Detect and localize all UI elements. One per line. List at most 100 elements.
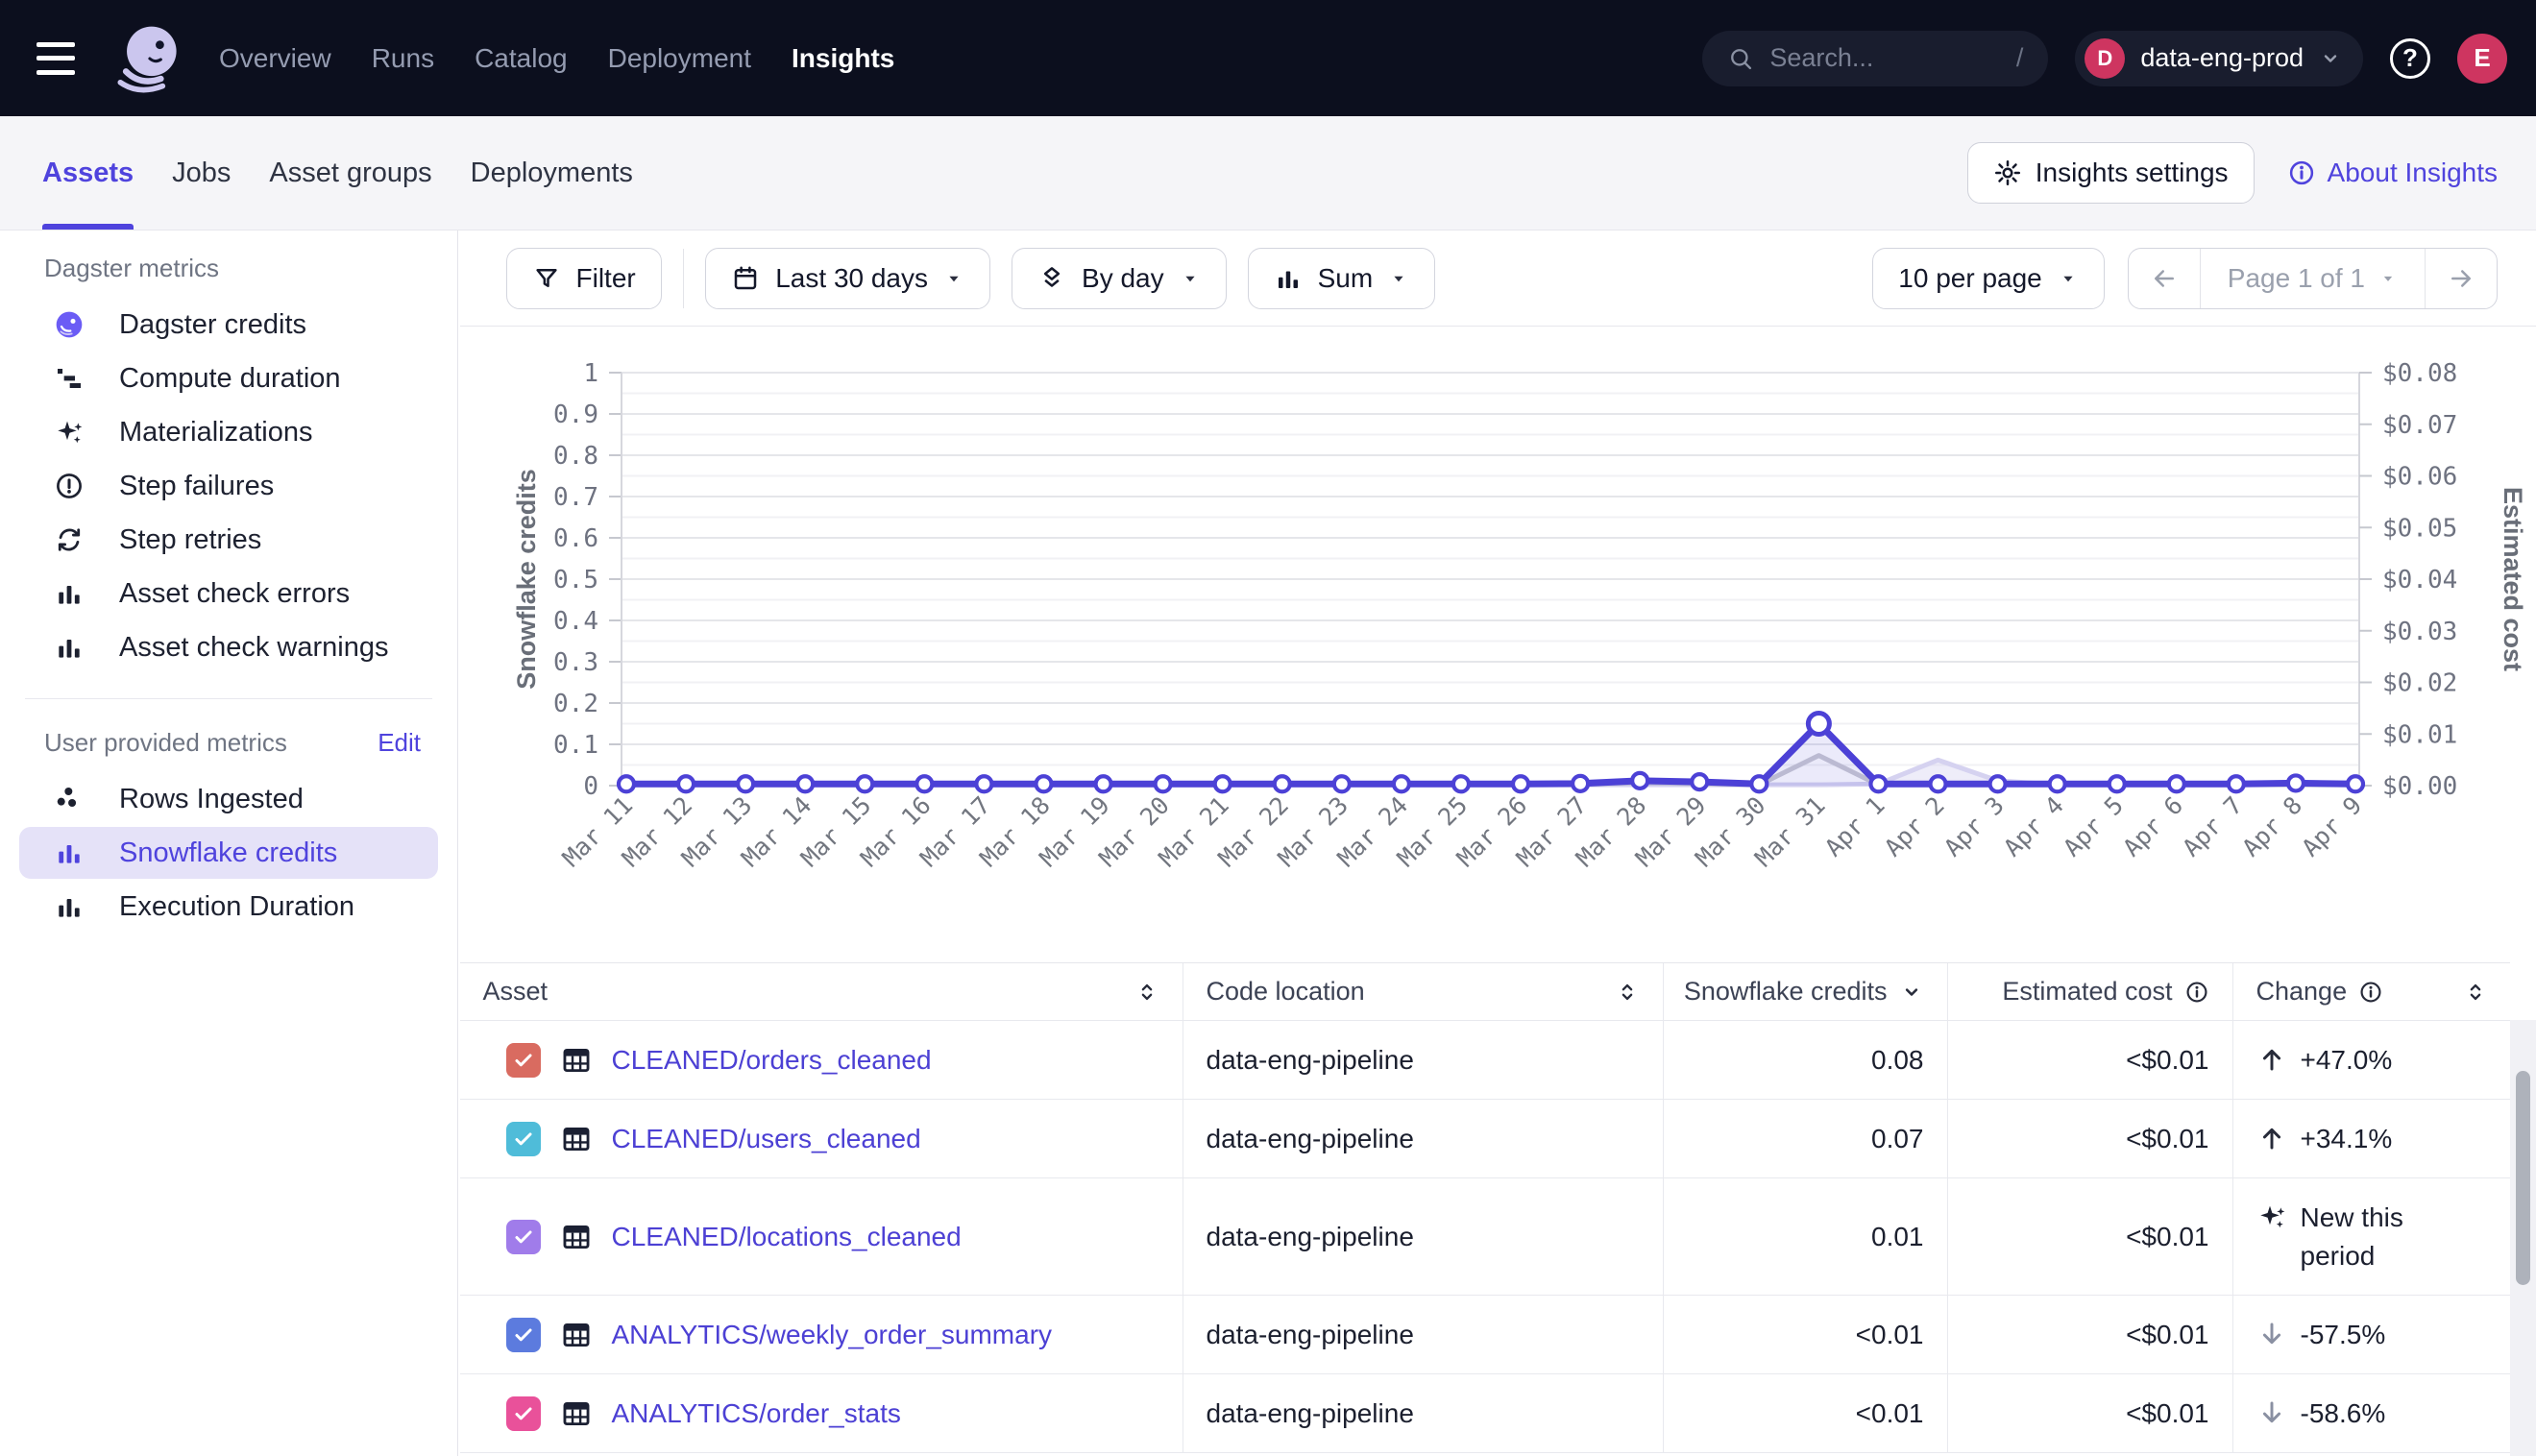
snowflake-credits-cell: 0.01: [1664, 1178, 1948, 1296]
nav-item-insights[interactable]: Insights: [792, 43, 894, 74]
credits-line-chart[interactable]: 00.10.20.30.40.50.60.70.80.91$0.00$0.01$…: [460, 327, 2536, 962]
deployment-name: data-eng-prod: [2140, 43, 2304, 73]
data-point-marker: [1989, 776, 2005, 791]
prev-page-button[interactable]: [2129, 249, 2200, 308]
group-by-dropdown[interactable]: By day: [1012, 248, 1227, 309]
column-header-change[interactable]: Change: [2233, 963, 2511, 1021]
asset-cell: CLEANED/orders_cleaned: [460, 1021, 1183, 1100]
right-axis-tick: $0.03: [2382, 618, 2457, 646]
info-icon[interactable]: [2184, 980, 2209, 1005]
sidebar-item-step-failures[interactable]: Step failures: [19, 460, 438, 512]
asset-cell: CLEANED/locations_cleaned: [460, 1178, 1183, 1296]
column-header-estimated-cost[interactable]: Estimated cost: [1948, 963, 2233, 1021]
code-location-cell: data-eng-pipeline: [1183, 1021, 1664, 1100]
insights-settings-button[interactable]: Insights settings: [1967, 142, 2255, 204]
date-range-dropdown[interactable]: Last 30 days: [705, 248, 990, 309]
sidebar-item-dagster-credits[interactable]: Dagster credits: [19, 299, 438, 351]
search-input[interactable]: Search... /: [1702, 31, 2048, 86]
bars-icon: [54, 578, 85, 609]
pager: Page 1 of 1: [2128, 248, 2498, 309]
tab-assets[interactable]: Assets: [42, 116, 134, 230]
sort-icon[interactable]: [2463, 980, 2488, 1005]
edit-metrics-link[interactable]: Edit: [378, 728, 421, 758]
assets-table: AssetCode locationSnowflake creditsEstim…: [460, 962, 2511, 1453]
asset-checkbox[interactable]: [506, 1396, 541, 1431]
asset-link[interactable]: CLEANED/users_cleaned: [612, 1124, 921, 1154]
sidebar-item-asset-check-errors[interactable]: Asset check errors: [19, 568, 438, 619]
left-axis-tick: 0.3: [553, 648, 598, 677]
left-axis-tick: 0.4: [553, 607, 598, 636]
asset-link[interactable]: CLEANED/locations_cleaned: [612, 1222, 962, 1252]
sidebar-section-header: User provided metrics Edit: [19, 728, 438, 758]
trend-up-icon: [2256, 1044, 2287, 1075]
aggregation-dropdown[interactable]: Sum: [1248, 248, 1436, 309]
sort-desc-icon[interactable]: [1899, 980, 1924, 1005]
asset-link[interactable]: CLEANED/orders_cleaned: [612, 1045, 932, 1076]
table-row: CLEANED/locations_cleaned data-eng-pipeli…: [460, 1178, 2511, 1296]
column-header-code-location[interactable]: Code location: [1183, 963, 1664, 1021]
sidebar-item-asset-check-warnings[interactable]: Asset check warnings: [19, 621, 438, 673]
per-page-dropdown[interactable]: 10 per page: [1872, 248, 2104, 309]
asset-checkbox[interactable]: [506, 1043, 541, 1078]
asset-checkbox[interactable]: [506, 1122, 541, 1156]
data-point-marker: [2168, 776, 2183, 791]
scrollbar-track[interactable]: [2510, 1020, 2536, 1456]
right-axis-tick: $0.08: [2382, 359, 2457, 388]
sidebar-item-execution-duration[interactable]: Execution Duration: [19, 881, 438, 933]
scrollbar-thumb[interactable]: [2516, 1071, 2530, 1285]
right-axis-tick: $0.05: [2382, 514, 2457, 543]
data-point-marker: [2228, 776, 2243, 791]
change-cell: +34.1%: [2233, 1100, 2511, 1178]
sidebar-item-snowflake-credits[interactable]: Snowflake credits: [19, 827, 438, 879]
code-location-cell: data-eng-pipeline: [1183, 1374, 1664, 1453]
column-header-snowflake-credits[interactable]: Snowflake credits: [1664, 963, 1948, 1021]
snowflake-credits-cell: 0.08: [1664, 1021, 1948, 1100]
sidebar-item-rows-ingested[interactable]: Rows Ingested: [19, 773, 438, 825]
info-icon[interactable]: [2358, 980, 2383, 1005]
sidebar-section-title: User provided metrics: [44, 728, 287, 758]
nav-item-overview[interactable]: Overview: [219, 43, 331, 74]
code-location-cell: data-eng-pipeline: [1183, 1100, 1664, 1178]
sidebar-item-materializations[interactable]: Materializations: [19, 406, 438, 458]
tab-asset-groups[interactable]: Asset groups: [269, 116, 431, 230]
nav-item-runs[interactable]: Runs: [372, 43, 434, 74]
next-page-button[interactable]: [2426, 249, 2497, 308]
asset-link[interactable]: ANALYTICS/weekly_order_summary: [612, 1320, 1053, 1350]
data-point-marker: [1452, 776, 1468, 791]
code-location-value: data-eng-pipeline: [1207, 1124, 1414, 1154]
filter-button[interactable]: Filter: [506, 248, 662, 309]
nav-item-catalog[interactable]: Catalog: [475, 43, 568, 74]
left-axis-tick: 0: [583, 772, 598, 801]
estimated-cost-value: <$0.01: [2126, 1398, 2208, 1429]
info-icon: [2287, 158, 2316, 187]
asset-link[interactable]: ANALYTICS/order_stats: [612, 1398, 901, 1429]
snowflake-credits-value: <0.01: [1856, 1320, 1924, 1350]
column-header-asset[interactable]: Asset: [460, 963, 1183, 1021]
asset-checkbox[interactable]: [506, 1318, 541, 1352]
sort-icon[interactable]: [1615, 980, 1640, 1005]
nav-item-deployment[interactable]: Deployment: [608, 43, 751, 74]
sidebar-item-step-retries[interactable]: Step retries: [19, 514, 438, 566]
about-insights-link[interactable]: About Insights: [2287, 158, 2498, 188]
sidebar-item-label: Step retries: [119, 524, 261, 556]
caret-down-icon: [1388, 268, 1409, 289]
left-axis-tick: 0.9: [553, 400, 598, 429]
data-point-marker: [619, 776, 634, 791]
new-sparkle-icon: [2256, 1201, 2287, 1232]
sidebar-item-compute-duration[interactable]: Compute duration: [19, 352, 438, 404]
asset-checkbox[interactable]: [506, 1220, 541, 1254]
page-indicator-dropdown[interactable]: Page 1 of 1: [2200, 249, 2426, 308]
tab-deployments[interactable]: Deployments: [471, 116, 633, 230]
user-avatar[interactable]: E: [2457, 34, 2507, 84]
code-location-value: data-eng-pipeline: [1207, 1222, 1414, 1252]
tab-jobs[interactable]: Jobs: [172, 116, 231, 230]
help-icon[interactable]: ?: [2390, 38, 2430, 79]
sort-icon[interactable]: [1134, 980, 1159, 1005]
search-icon: [1727, 45, 1754, 72]
snowflake-credits-value: 0.01: [1871, 1222, 1924, 1252]
snowflake-credits-cell: <0.01: [1664, 1374, 1948, 1453]
right-axis-tick: $0.07: [2382, 411, 2457, 440]
menu-icon[interactable]: [37, 42, 81, 75]
change-value: New this period: [2301, 1199, 2454, 1275]
deployment-switcher[interactable]: D data-eng-prod: [2075, 31, 2363, 86]
